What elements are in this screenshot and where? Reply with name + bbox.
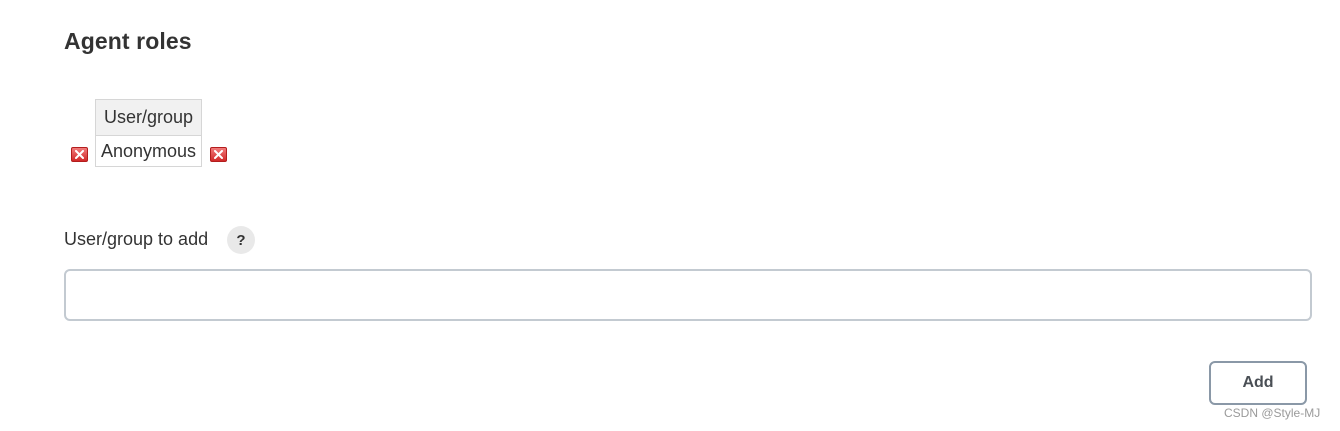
user-group-input[interactable]	[64, 269, 1312, 321]
roles-table: User/group Anonymous	[94, 99, 203, 167]
column-header-user-group: User/group	[94, 99, 203, 136]
help-icon[interactable]: ?	[227, 226, 255, 254]
remove-row-left-icon[interactable]	[71, 147, 88, 162]
remove-row-right-icon[interactable]	[210, 147, 227, 162]
add-button[interactable]: Add	[1209, 361, 1307, 405]
section-title: Agent roles	[64, 28, 192, 54]
user-group-cell: Anonymous	[94, 135, 203, 167]
table-row: Anonymous	[94, 135, 203, 167]
table-header-row: User/group	[94, 99, 203, 136]
watermark-text: CSDN @Style-MJ	[1224, 406, 1321, 420]
user-group-to-add-label: User/group to add	[64, 229, 209, 249]
